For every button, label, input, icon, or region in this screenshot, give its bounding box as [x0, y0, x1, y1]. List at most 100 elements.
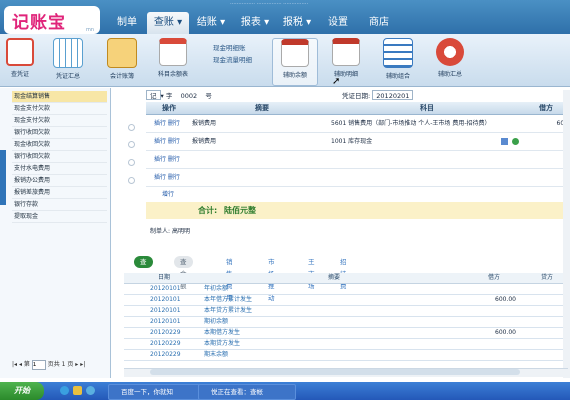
cash-detail-link[interactable]: 现金明细账: [213, 42, 252, 54]
aux-combo-button[interactable]: 辅助组合: [378, 38, 418, 84]
aux-combo-icon: [383, 38, 413, 68]
table-row[interactable]: 20120101 本年借方累计发生 600.00: [124, 295, 570, 306]
row-ops[interactable]: 插行 删行: [154, 169, 180, 186]
table-row[interactable]: 20120101 本年贷方累计发生: [124, 306, 570, 317]
list-item[interactable]: 报销差旅费用: [12, 187, 107, 199]
menu-baobiao[interactable]: 报表 ▾: [234, 12, 276, 34]
row-summary: 本期贷方发生: [204, 340, 241, 347]
row-radio[interactable]: [128, 177, 135, 184]
table-row[interactable]: 20120229 本期借方发生 600.00: [124, 328, 570, 339]
row-ops[interactable]: 插行 删行: [154, 115, 180, 132]
vertical-scrollbar[interactable]: [563, 90, 570, 378]
row-summary: 本年贷方累计发生: [204, 307, 253, 314]
toolbar-label: 科目余额表: [157, 71, 188, 78]
row-summary: 本期借方发生: [204, 329, 241, 336]
aux-summary-button[interactable]: 辅助汇总: [430, 38, 470, 84]
browser-icon[interactable]: [60, 386, 69, 395]
list-item[interactable]: 支付水电费用: [12, 163, 107, 175]
tab-detail[interactable]: 查明细: [134, 256, 153, 290]
row-summary[interactable]: 报销费用: [192, 133, 216, 150]
menu-zhidan[interactable]: 制单: [112, 12, 142, 34]
voucher-date-label: 凭证日期:: [342, 92, 371, 100]
toolbar-label: 辅助汇总: [437, 71, 462, 78]
row-date: 20120229: [150, 329, 181, 336]
col-summary: 摘要: [255, 104, 269, 112]
app-logo: 记账宝 mn: [4, 6, 100, 34]
list-item[interactable]: 银行收回欠款: [12, 151, 107, 163]
menu-baoshui[interactable]: 报税 ▾: [276, 12, 318, 34]
row-radio[interactable]: [128, 124, 135, 131]
list-item[interactable]: 银行存款: [12, 199, 107, 211]
list-item[interactable]: 报销办公费用: [12, 175, 107, 187]
row-radio[interactable]: [128, 159, 135, 166]
pager-first-prev[interactable]: |◂ ◂: [12, 361, 22, 368]
row-account[interactable]: 1001 库存现金: [331, 133, 372, 150]
folder-icon[interactable]: [73, 386, 82, 395]
ledger-book-button[interactable]: 会计账簿: [102, 38, 142, 84]
voucher-type-select[interactable]: 记: [146, 90, 161, 100]
table-row[interactable]: 20120101 期初余额: [124, 317, 570, 328]
list-item[interactable]: 现金支付欠款: [12, 103, 107, 115]
subtab-entertainment[interactable]: 招待费: [340, 256, 347, 290]
row-date: 20120229: [150, 351, 181, 358]
account-balance-button[interactable]: 科目余额表: [153, 38, 193, 84]
start-button[interactable]: 开始: [0, 382, 44, 400]
chevron-down-icon[interactable]: ▾: [161, 92, 164, 100]
aux-balance-button[interactable]: 辅助余额: [272, 38, 318, 86]
voucher-row: 插行 删行 报销费用 5601 销售费用（部门-市场推动 个人-王市场 费用-招…: [146, 115, 570, 133]
maker-name: 高明明: [171, 228, 190, 235]
horizontal-scrollbar-thumb[interactable]: [150, 369, 520, 375]
voucher-number-label: 号: [205, 92, 212, 100]
calculator-icon[interactable]: [501, 138, 508, 145]
col-debit: 借方: [464, 273, 524, 284]
menu-shangdian[interactable]: 商店: [364, 12, 394, 34]
taskbar-task-browser[interactable]: 百度一下，你就知: [108, 384, 202, 400]
list-item[interactable]: 现金结算销售: [12, 91, 107, 103]
maker-label: 制单人:: [150, 228, 171, 235]
list-item[interactable]: 提取现金: [12, 211, 107, 223]
toolbar-label: 凭证汇总: [55, 73, 80, 80]
list-item[interactable]: 现金收回欠款: [12, 139, 107, 151]
voucher-search-button[interactable]: 查凭证: [0, 38, 40, 84]
menu-shezhi[interactable]: 设置: [323, 12, 353, 34]
mouse-cursor-icon: ➚: [332, 76, 341, 87]
voucher-summary-button[interactable]: 凭证汇总: [48, 38, 88, 84]
row-radio[interactable]: [128, 141, 135, 148]
row-debit: 600.00: [495, 329, 516, 336]
table-row[interactable]: 20120101 年初余额: [124, 284, 570, 295]
voucher-row: 插行 删行: [146, 151, 570, 169]
row-ops[interactable]: 增行: [162, 186, 174, 203]
voucher-row: 插行 删行: [146, 169, 570, 187]
subtab-wang-market[interactable]: 王市场: [308, 256, 315, 290]
voucher-date-input[interactable]: 20120201: [372, 90, 414, 100]
menu-chazhang[interactable]: 查账 ▾: [147, 12, 189, 34]
row-account[interactable]: 5601 销售费用（部门-市场推动 个人-王市场 费用-招待费）: [331, 115, 491, 132]
row-ops[interactable]: 插行 删行: [154, 133, 180, 150]
total-label: 合计:: [198, 206, 218, 215]
pager-next-last[interactable]: ▸ ▸|: [75, 361, 85, 368]
row-ops[interactable]: 插行 删行: [154, 151, 180, 168]
ie-icon[interactable]: [86, 386, 95, 395]
col-summary: 摘要: [204, 273, 464, 284]
ribbon-links: 现金明细账 现金流量明细: [213, 42, 252, 66]
menu-jiezhang[interactable]: 结账 ▾: [190, 12, 232, 34]
col-op: 操作: [162, 104, 176, 112]
toolbar-label: 会计账簿: [109, 73, 134, 80]
taskbar-task-app[interactable]: 悦正在查看：查帐: [198, 384, 296, 400]
list-item[interactable]: 现金支付欠款: [12, 115, 107, 127]
table-row[interactable]: 20120229 期末余额: [124, 350, 570, 361]
table-row[interactable]: 20120229 本期贷方发生: [124, 339, 570, 350]
toolbar-label: 辅助组合: [385, 73, 410, 80]
pager-page-input[interactable]: [31, 360, 46, 370]
tab-balance[interactable]: 查余额: [174, 256, 193, 290]
account-balance-icon: [159, 38, 187, 66]
cash-flow-detail-link[interactable]: 现金流量明细: [213, 54, 252, 66]
row-summary[interactable]: 报销费用: [192, 115, 216, 132]
voucher-summary-icon: [53, 38, 83, 68]
subtab-market-promo[interactable]: 市场推动: [268, 256, 275, 302]
list-item[interactable]: 银行收回欠款: [12, 127, 107, 139]
search-icon[interactable]: [512, 138, 519, 145]
subtab-sales-expense[interactable]: 销售费用: [226, 256, 233, 302]
row-summary: 本年借方累计发生: [204, 296, 253, 303]
left-panel-collapse-tab[interactable]: [0, 150, 6, 205]
